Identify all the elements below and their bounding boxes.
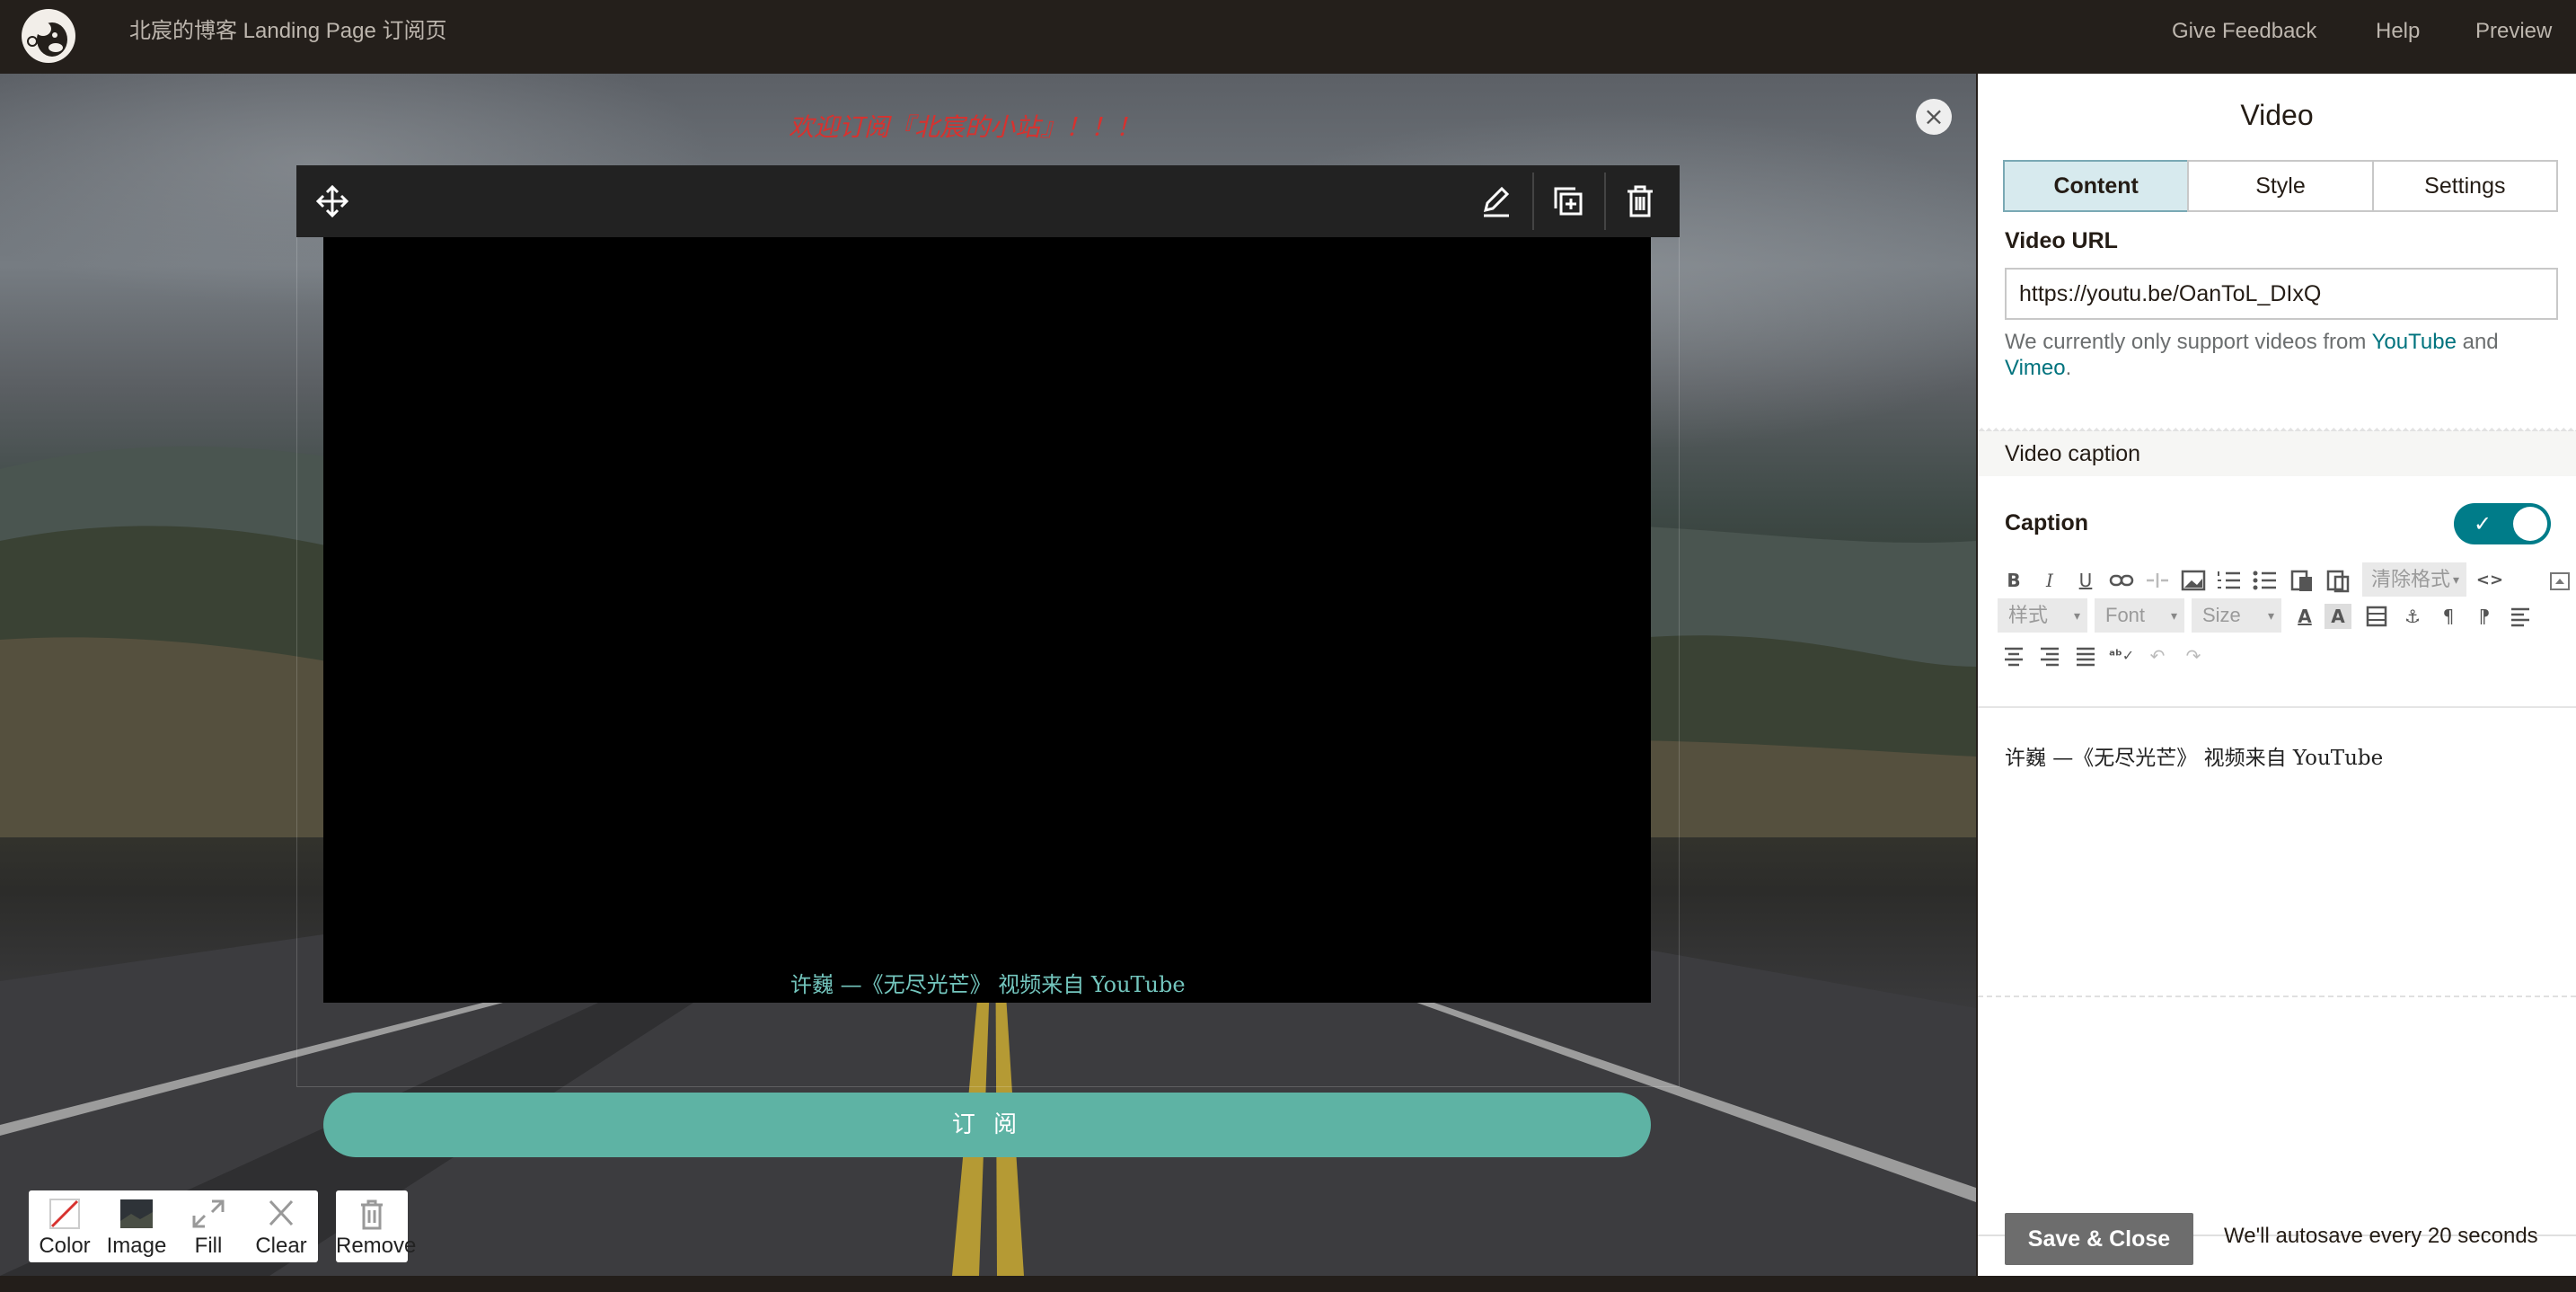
video-player[interactable]: 许巍 —《无尽光芒》 视频来自 YouTube bbox=[323, 237, 1651, 1003]
italic-icon[interactable]: I bbox=[2033, 564, 2066, 597]
video-url-input[interactable] bbox=[2005, 268, 2558, 320]
welcome-text: 欢迎订阅『北宸的小站』！！！ bbox=[789, 112, 1142, 142]
caption-toggle[interactable]: ✓ bbox=[2454, 503, 2551, 544]
give-feedback-link[interactable]: Give Feedback bbox=[2172, 18, 2316, 45]
duplicate-icon[interactable] bbox=[1550, 183, 1586, 219]
trash-icon bbox=[361, 1199, 383, 1230]
image-thumbnail-icon bbox=[120, 1199, 153, 1228]
remove-tool-label: Remove bbox=[336, 1234, 417, 1258]
fill-tool-button[interactable]: Fill bbox=[172, 1190, 244, 1262]
text-color-icon[interactable]: A bbox=[2289, 600, 2321, 633]
clear-format-button[interactable]: 清除格式 bbox=[2362, 562, 2466, 597]
video-caption-text: 许巍 —《无尽光芒》 视频来自 YouTube bbox=[790, 972, 1186, 997]
move-icon[interactable] bbox=[314, 183, 350, 219]
color-tool-button[interactable]: Color bbox=[29, 1190, 101, 1262]
source-code-icon[interactable]: <> bbox=[2474, 564, 2506, 597]
delete-trash-icon[interactable] bbox=[1622, 183, 1658, 219]
undo-icon[interactable]: ↶ bbox=[2141, 640, 2174, 672]
video-url-label: Video URL bbox=[2005, 228, 2118, 253]
font-dropdown[interactable]: Font bbox=[2095, 598, 2184, 633]
color-tool-label: Color bbox=[39, 1234, 91, 1258]
preview-link[interactable]: Preview bbox=[2475, 18, 2552, 45]
tab-settings[interactable]: Settings bbox=[2371, 160, 2558, 212]
video-settings-panel: Video Content Style Settings Video URL W… bbox=[1978, 74, 2576, 1276]
paste-word-icon[interactable] bbox=[2321, 564, 2353, 597]
link-icon[interactable] bbox=[2105, 564, 2138, 597]
panel-tabs: Content Style Settings bbox=[2003, 160, 2558, 212]
editor-toolbar-divider bbox=[1978, 706, 2576, 708]
spellcheck-icon[interactable]: ᵃᵇ✓ bbox=[2105, 640, 2138, 672]
close-block-button[interactable]: × bbox=[1916, 99, 1952, 135]
collapse-toolbar-icon[interactable] bbox=[2544, 564, 2576, 597]
toggle-knob bbox=[2513, 507, 2547, 541]
video-support-help: We currently only support videos from Yo… bbox=[2005, 329, 2558, 381]
help-link[interactable]: Help bbox=[2376, 18, 2420, 45]
block-toolbar bbox=[296, 165, 1680, 237]
save-and-close-button[interactable]: Save & Close bbox=[2005, 1213, 2193, 1265]
image-tool-label: Image bbox=[106, 1234, 167, 1258]
help-prefix: We currently only support videos from bbox=[2005, 330, 2372, 354]
subscribe-button[interactable]: 订 阅 bbox=[323, 1093, 1651, 1157]
page-canvas[interactable]: 欢迎订阅『北宸的小站』！！！ × 许巍 —《无尽光芒》 视频来自 YouTube… bbox=[0, 74, 1976, 1276]
align-left-icon[interactable] bbox=[2504, 600, 2536, 633]
align-right-icon[interactable] bbox=[2033, 640, 2066, 672]
help-suffix: . bbox=[2065, 356, 2072, 380]
style-dropdown[interactable]: 样式 bbox=[1998, 598, 2087, 633]
toggle-check-icon: ✓ bbox=[2474, 511, 2492, 536]
align-justify-icon[interactable] bbox=[2069, 640, 2102, 672]
align-center-icon[interactable] bbox=[1998, 640, 2030, 672]
autosave-notice: We'll autosave every 20 seconds bbox=[2224, 1224, 2538, 1248]
anchor-icon[interactable]: ⚓ bbox=[2396, 600, 2429, 633]
editor-bottom-border bbox=[1978, 996, 2576, 997]
paragraph-rtl-icon[interactable]: ¶ bbox=[2468, 600, 2501, 633]
underline-icon[interactable]: U bbox=[2069, 564, 2102, 597]
vimeo-link[interactable]: Vimeo bbox=[2005, 356, 2066, 380]
tab-content[interactable]: Content bbox=[2003, 160, 2190, 212]
mailchimp-logo-icon[interactable] bbox=[20, 7, 77, 65]
redo-icon[interactable]: ↷ bbox=[2177, 640, 2210, 672]
remove-background-tool: Remove bbox=[336, 1190, 417, 1262]
youtube-link[interactable]: YouTube bbox=[2372, 330, 2457, 354]
tab-style[interactable]: Style bbox=[2187, 160, 2374, 212]
top-bar: 北宸的博客 Landing Page 订阅页 Give Feedback Hel… bbox=[0, 0, 2576, 74]
numbered-list-icon[interactable] bbox=[2213, 564, 2245, 597]
paragraph-ltr-icon[interactable]: ¶ bbox=[2432, 600, 2465, 633]
remove-tool-button[interactable]: Remove bbox=[336, 1190, 417, 1262]
video-caption-section-header: Video caption bbox=[1978, 431, 2576, 476]
clear-tool-button[interactable]: Clear bbox=[244, 1190, 318, 1262]
help-and: and bbox=[2456, 330, 2499, 354]
color-swatch-icon bbox=[49, 1199, 80, 1229]
size-dropdown[interactable]: Size bbox=[2192, 598, 2281, 633]
caption-label: Caption bbox=[2005, 510, 2089, 535]
toolbar-separator bbox=[1604, 173, 1606, 230]
insert-image-icon[interactable] bbox=[2177, 564, 2210, 597]
clear-x-icon bbox=[269, 1199, 294, 1226]
image-tool-button[interactable]: Image bbox=[101, 1190, 172, 1262]
clear-tool-label: Clear bbox=[255, 1234, 307, 1258]
edit-pencil-icon[interactable] bbox=[1478, 183, 1514, 219]
expand-arrows-icon bbox=[192, 1199, 225, 1228]
caption-editor-content[interactable]: 许巍 —《无尽光芒》 视频来自 YouTube bbox=[2005, 740, 2383, 771]
paste-icon[interactable] bbox=[2285, 564, 2317, 597]
background-color-icon[interactable]: A bbox=[2325, 604, 2351, 629]
document-title: 北宸的博客 Landing Page 订阅页 bbox=[129, 19, 447, 43]
bullet-list-icon[interactable] bbox=[2249, 564, 2281, 597]
toolbar-separator bbox=[1532, 173, 1534, 230]
bold-icon[interactable]: B bbox=[1998, 564, 2030, 597]
background-tools: Color Image Fill Clear bbox=[29, 1190, 318, 1262]
table-icon[interactable] bbox=[2360, 600, 2393, 633]
rich-text-toolbar: B I U 清除格式 <> 样式 Font Size A A ⚓ ¶ ¶ ᵃᵇ✓… bbox=[1998, 562, 2576, 699]
panel-title: Video bbox=[2240, 99, 2314, 131]
fill-tool-label: Fill bbox=[194, 1234, 223, 1258]
unlink-icon[interactable] bbox=[2141, 564, 2174, 597]
